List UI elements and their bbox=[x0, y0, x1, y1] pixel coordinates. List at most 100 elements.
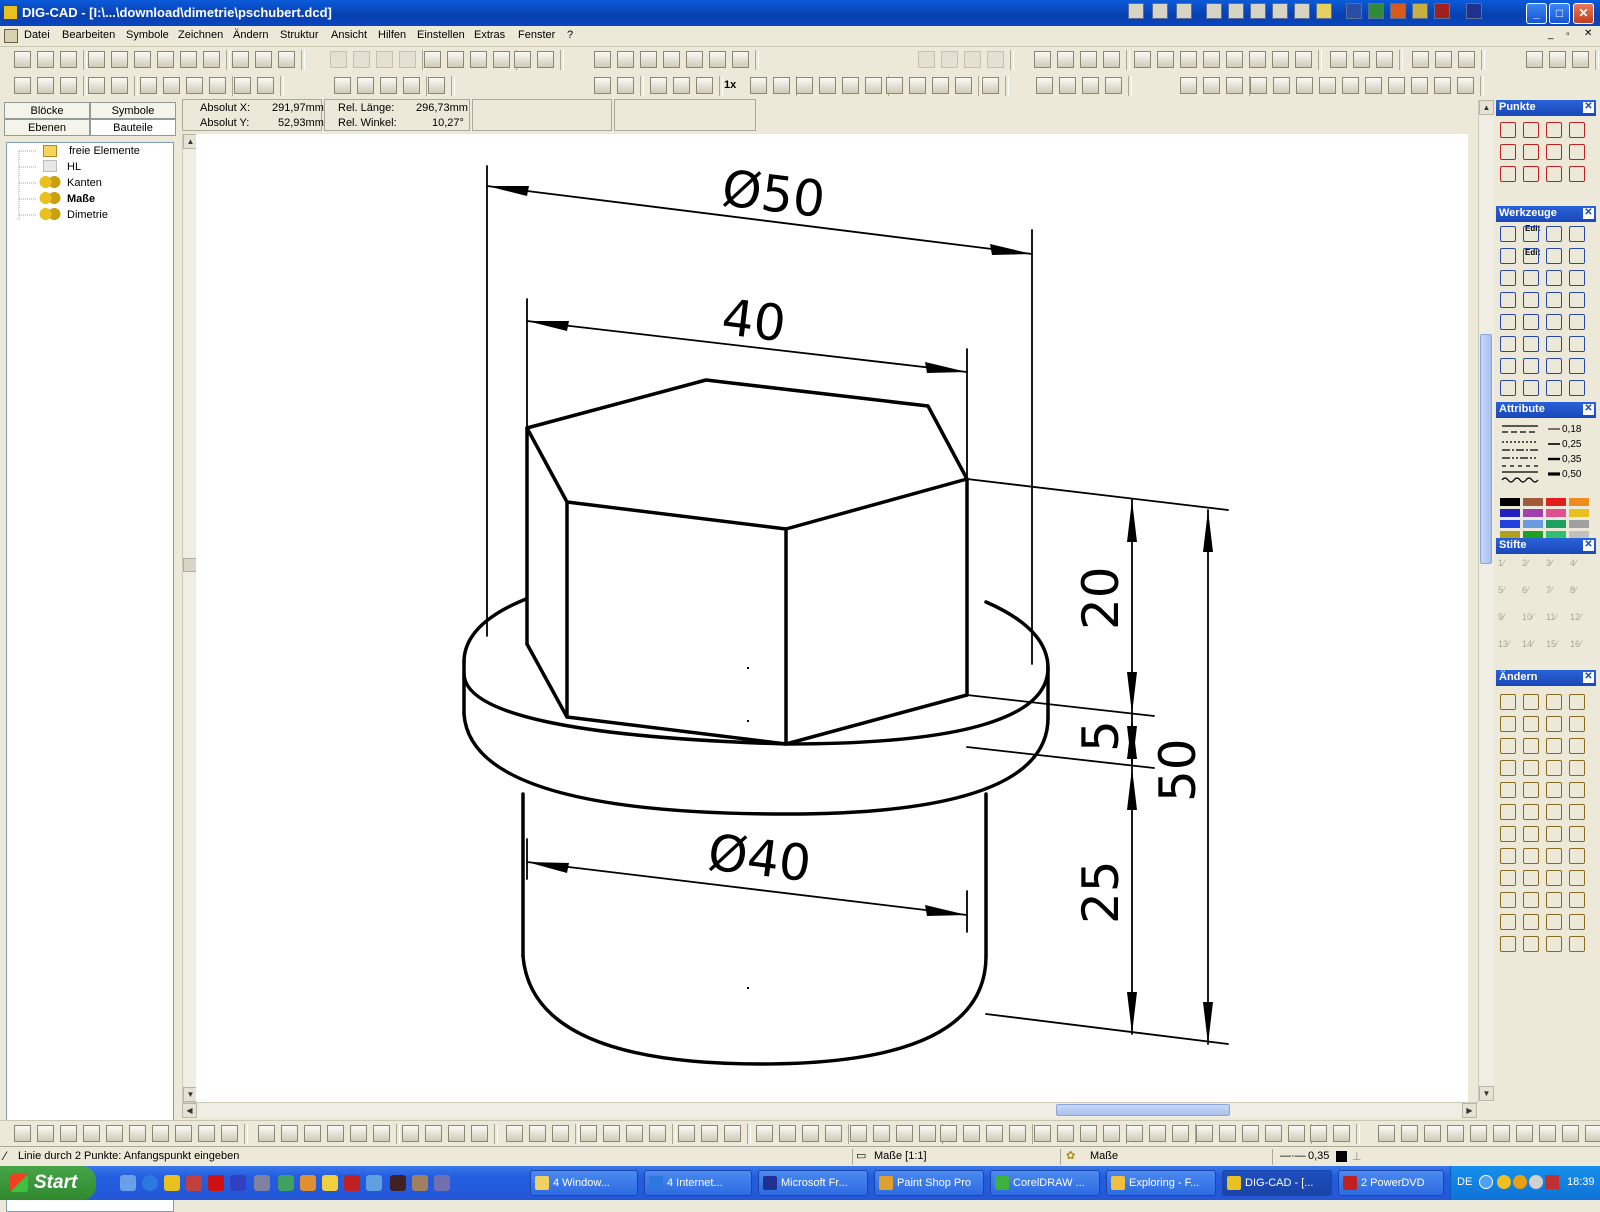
pen-button[interactable]: 12⁄ bbox=[1570, 612, 1590, 632]
tree-item-freie-elemente[interactable]: freie Elemente bbox=[69, 145, 140, 157]
toolbar-button-icon[interactable] bbox=[278, 51, 295, 68]
quicklaunch-icon[interactable] bbox=[412, 1175, 428, 1191]
panel-close-icon[interactable]: ✕ bbox=[1583, 208, 1594, 219]
toolbar-button-icon[interactable] bbox=[678, 1125, 695, 1142]
toolbar-button-icon[interactable] bbox=[1388, 77, 1405, 94]
pen-button[interactable]: 8⁄ bbox=[1570, 585, 1590, 605]
acrobat-icon[interactable] bbox=[208, 1175, 224, 1191]
toolbar-button-icon[interactable] bbox=[529, 1125, 546, 1142]
tool-icon[interactable] bbox=[1500, 314, 1516, 330]
scroll-down-icon[interactable]: ▼ bbox=[1479, 1086, 1494, 1101]
color-swatch[interactable] bbox=[1523, 509, 1543, 517]
mdi-restore-icon[interactable]: ▫ bbox=[1566, 29, 1570, 40]
toolbar-button-icon[interactable] bbox=[424, 51, 441, 68]
tool-icon[interactable] bbox=[1546, 870, 1562, 886]
tool-icon[interactable] bbox=[1500, 144, 1516, 160]
toolbar-button-icon[interactable] bbox=[1034, 51, 1051, 68]
menu-struktur[interactable]: Struktur bbox=[280, 29, 319, 41]
toolbar-button-icon[interactable] bbox=[1526, 51, 1543, 68]
tool-icon[interactable] bbox=[1546, 826, 1562, 842]
toolbar-button-icon[interactable] bbox=[896, 1125, 913, 1142]
line-width-018[interactable]: 0,18 bbox=[1562, 424, 1581, 435]
cad-drawing[interactable]: Ø50 40 Ø40 20 5 50 25 bbox=[196, 134, 1468, 1102]
quicklaunch-icon[interactable] bbox=[434, 1175, 450, 1191]
toolbar-button-icon[interactable] bbox=[1458, 51, 1475, 68]
tool-icon[interactable] bbox=[1523, 870, 1539, 886]
tray-icon[interactable] bbox=[1545, 1175, 1559, 1189]
toolbar-button-icon[interactable] bbox=[403, 77, 420, 94]
toolbar-button-icon[interactable] bbox=[330, 51, 347, 68]
tool-icon[interactable] bbox=[1546, 694, 1562, 710]
document-icon[interactable] bbox=[4, 29, 18, 43]
task-coreldraw[interactable]: CorelDRAW ... bbox=[990, 1170, 1100, 1196]
task-exploring[interactable]: Exploring - F... bbox=[1106, 1170, 1216, 1196]
toolbar-button-icon[interactable] bbox=[14, 51, 31, 68]
tool-icon[interactable] bbox=[1500, 760, 1516, 776]
toolbar-button-icon[interactable] bbox=[257, 77, 274, 94]
status-part[interactable]: Maße bbox=[1090, 1150, 1118, 1162]
tree-item-kanten[interactable]: Kanten bbox=[67, 177, 102, 189]
toolbar-button-icon[interactable] bbox=[1424, 1125, 1441, 1142]
toolbar-icon[interactable] bbox=[1272, 3, 1288, 19]
tool-icon[interactable] bbox=[1523, 738, 1539, 754]
panel-close-icon[interactable]: ✕ bbox=[1583, 102, 1594, 113]
toolbar-button-icon[interactable] bbox=[963, 1125, 980, 1142]
toolbar-button-icon[interactable] bbox=[819, 77, 836, 94]
toolbar-button-icon[interactable] bbox=[203, 51, 220, 68]
toolbar-button-icon[interactable] bbox=[1034, 1125, 1051, 1142]
toolbar-button-icon[interactable] bbox=[580, 1125, 597, 1142]
task-dig-cad[interactable]: DIG-CAD - [... bbox=[1222, 1170, 1332, 1196]
toolbar-button-icon[interactable] bbox=[802, 1125, 819, 1142]
toolbar-button-icon[interactable] bbox=[83, 1125, 100, 1142]
toolbar-button-icon[interactable] bbox=[1172, 1125, 1189, 1142]
toolbar-button-icon[interactable] bbox=[750, 77, 767, 94]
toolbar-button-icon[interactable] bbox=[1310, 1125, 1327, 1142]
toolbar-button-icon[interactable] bbox=[1180, 51, 1197, 68]
tool-icon[interactable] bbox=[1500, 826, 1516, 842]
tool-icon[interactable] bbox=[1500, 870, 1516, 886]
tool-icon[interactable] bbox=[1546, 782, 1562, 798]
scroll-right-icon[interactable]: ▶ bbox=[1462, 1103, 1477, 1118]
pen-button[interactable]: 16⁄ bbox=[1570, 639, 1590, 659]
toolbar-button-icon[interactable] bbox=[402, 1125, 419, 1142]
toolbar-button-icon[interactable] bbox=[258, 1125, 275, 1142]
toolbar-button-icon[interactable] bbox=[1288, 1125, 1305, 1142]
toolbar-button-icon[interactable] bbox=[304, 1125, 321, 1142]
tray-icon[interactable] bbox=[1513, 1175, 1527, 1189]
toolbar-icon[interactable] bbox=[1250, 3, 1266, 19]
toolbar-button-icon[interactable] bbox=[756, 1125, 773, 1142]
toolbar-button-icon[interactable] bbox=[111, 77, 128, 94]
color-swatch[interactable] bbox=[1546, 509, 1566, 517]
tool-icon[interactable] bbox=[1569, 292, 1585, 308]
scroll-up-icon[interactable]: ▲ bbox=[1479, 100, 1494, 115]
toolbar-button-icon[interactable] bbox=[649, 1125, 666, 1142]
toolbar-button-icon[interactable] bbox=[350, 1125, 367, 1142]
tool-icon[interactable] bbox=[1569, 782, 1585, 798]
toolbar-button-icon[interactable] bbox=[940, 1125, 957, 1142]
line-type-samples[interactable] bbox=[1498, 420, 1542, 490]
menu-einstellen[interactable]: Einstellen bbox=[417, 29, 465, 41]
toolbar-button-icon[interactable] bbox=[982, 77, 999, 94]
tool-icon[interactable] bbox=[1569, 870, 1585, 886]
toolbar-button-icon[interactable] bbox=[334, 77, 351, 94]
toolbar-button-icon[interactable] bbox=[37, 1125, 54, 1142]
mdi-minimize-icon[interactable]: _ bbox=[1548, 29, 1554, 40]
toolbar-button-icon[interactable] bbox=[1365, 77, 1382, 94]
toolbar-button-icon[interactable] bbox=[1265, 1125, 1282, 1142]
pen-button[interactable]: 3⁄ bbox=[1546, 558, 1566, 578]
tool-icon[interactable] bbox=[1546, 166, 1562, 182]
tool-icon[interactable] bbox=[1523, 358, 1539, 374]
quicklaunch-icon[interactable] bbox=[366, 1175, 382, 1191]
toolbar-button-icon[interactable] bbox=[1103, 1125, 1120, 1142]
toolbar-button-icon[interactable] bbox=[779, 1125, 796, 1142]
toolbar-button-icon[interactable] bbox=[1080, 1125, 1097, 1142]
toolbar-button-icon[interactable] bbox=[825, 1125, 842, 1142]
pen-button[interactable]: 4⁄ bbox=[1570, 558, 1590, 578]
clock[interactable]: 18:39 bbox=[1567, 1176, 1595, 1188]
toolbar-button-icon[interactable] bbox=[399, 51, 416, 68]
toolbar-button-icon[interactable] bbox=[470, 51, 487, 68]
toolbar-button-icon[interactable] bbox=[1295, 51, 1312, 68]
tool-icon[interactable] bbox=[1500, 336, 1516, 352]
toolbar-button-icon[interactable] bbox=[1330, 51, 1347, 68]
tool-icon[interactable] bbox=[1546, 738, 1562, 754]
